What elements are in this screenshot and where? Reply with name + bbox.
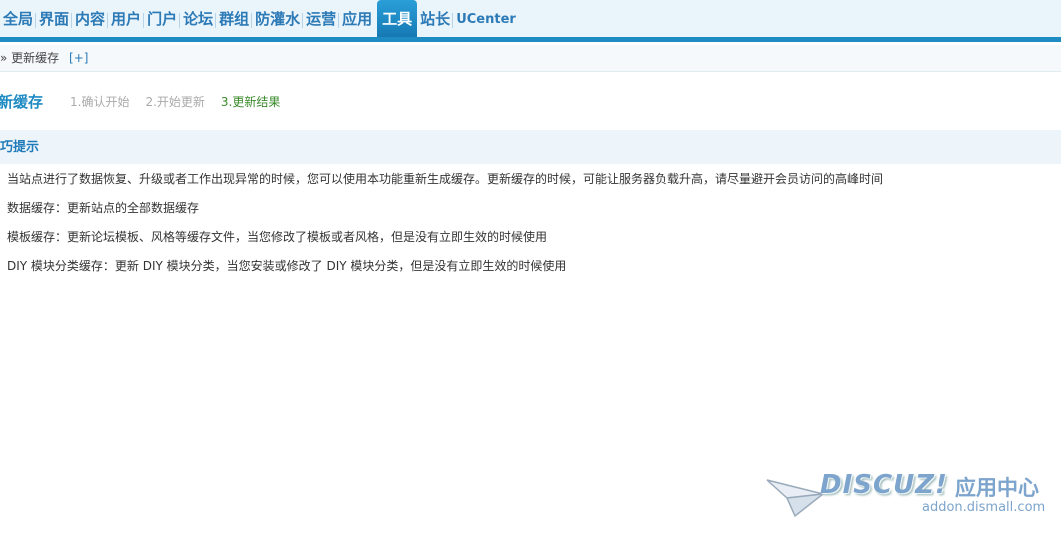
tips-line: 数据缓存：更新站点的全部数据缓存 [7, 201, 200, 215]
add-shortcut-button[interactable]: [+] [69, 51, 88, 65]
page-title: 新缓存 [0, 92, 44, 111]
tips-header: 巧提示 [0, 130, 1061, 164]
breadcrumb-current: 更新缓存 [11, 51, 60, 65]
nav-item-content[interactable]: 内容 [71, 0, 108, 37]
step-start: 2.开始更新 [145, 94, 205, 109]
nav-item-users[interactable]: 用户 [107, 0, 144, 37]
nav-item-interface[interactable]: 界面 [35, 0, 72, 37]
tips-line: 模板缓存：更新论坛模板、风格等缓存文件，当您修改了模板或者风格，但是没有立即生效… [7, 230, 548, 244]
nav-item-antispam[interactable]: 防灌水 [251, 0, 303, 37]
paper-plane-icon [766, 479, 825, 518]
nav-item-operations[interactable]: 运营 [302, 0, 339, 37]
tips-title: 巧提示 [0, 140, 40, 155]
nav-item-portal[interactable]: 门户 [143, 0, 180, 37]
watermark-url: addon.dismall.com [922, 500, 1046, 515]
nav-item-ucenter[interactable]: UCenter [452, 0, 519, 37]
watermark: DISCUZ! 应用中心 addon.dismall.com [765, 470, 1055, 520]
tips-content: 当站点进行了数据恢复、升级或者工作出现异常的时候，您可以使用本功能重新生成缓存。… [7, 171, 883, 287]
breadcrumb-separator: » [0, 51, 8, 65]
nav-item-global[interactable]: 全局 [0, 0, 36, 37]
tips-line: 当站点进行了数据恢复、升级或者工作出现异常的时候，您可以使用本功能重新生成缓存。… [7, 172, 884, 186]
nav-item-groups[interactable]: 群组 [215, 0, 252, 37]
breadcrumb: » 更新缓存 [+] [0, 45, 1061, 72]
nav-item-apps[interactable]: 应用 [338, 0, 375, 37]
nav-item-forum[interactable]: 论坛 [179, 0, 216, 37]
page-header: 新缓存 1.确认开始 2.开始更新 3.更新结果 [0, 88, 296, 114]
step-confirm: 1.确认开始 [70, 94, 130, 109]
step-result: 3.更新结果 [220, 94, 281, 109]
nav-item-tools[interactable]: 工具 [377, 0, 418, 37]
top-navigation: 全局 界面 内容 用户 门户 论坛 群组 防灌水 运营 应用 工具 站长 UCe… [0, 0, 1061, 42]
discuz-logo: DISCUZ! [820, 470, 948, 500]
tips-line: DIY 模块分类缓存：更新 DIY 模块分类，当您安装或修改了 DIY 模块分类… [7, 259, 567, 273]
nav-item-webmaster[interactable]: 站长 [417, 0, 453, 37]
app-center-label: 应用中心 [955, 476, 1039, 500]
